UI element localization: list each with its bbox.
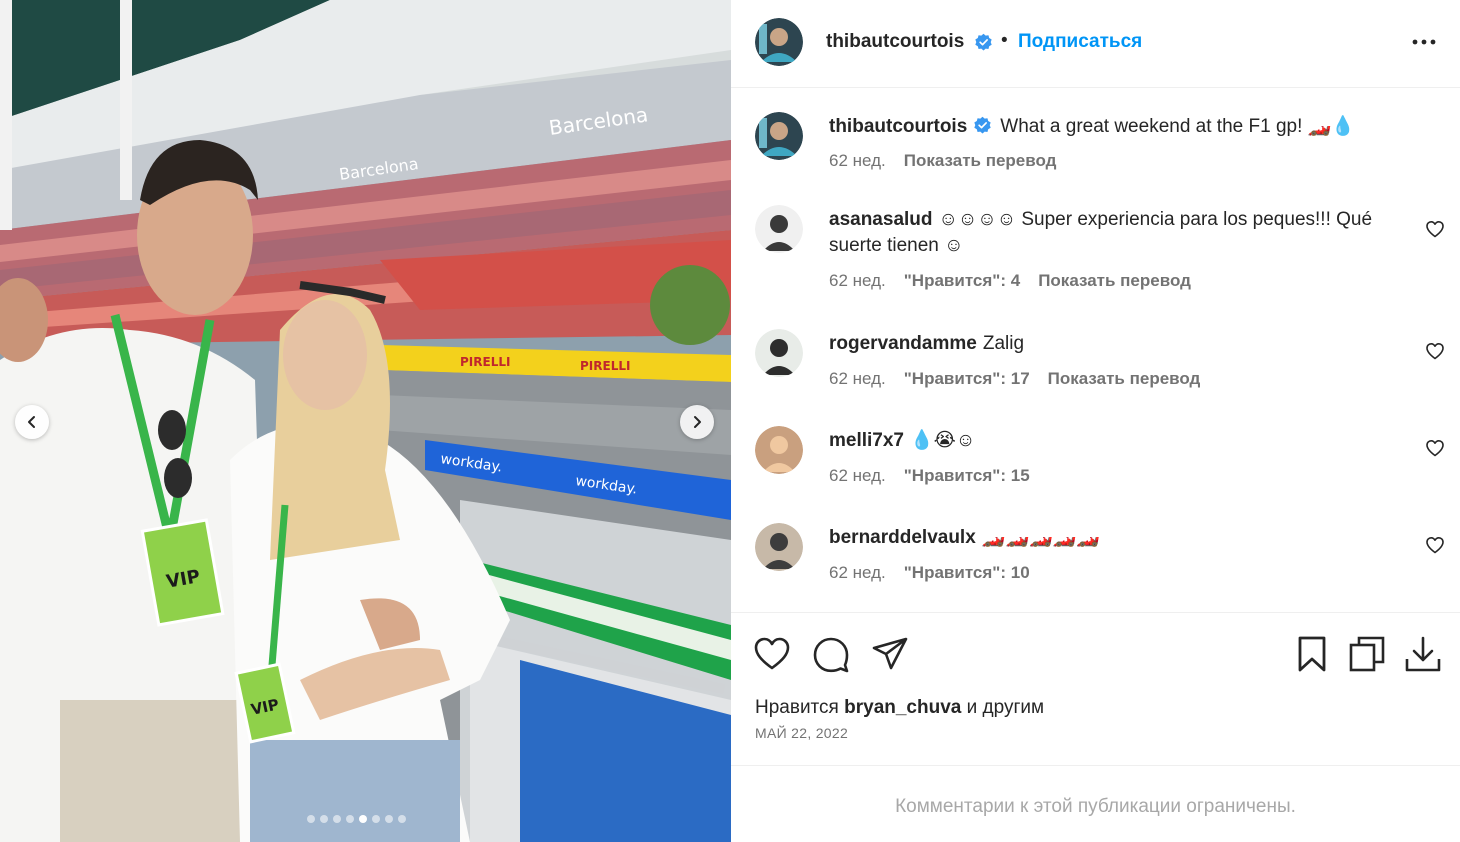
- carousel-prev-button[interactable]: [15, 405, 49, 439]
- comment-likes-count[interactable]: "Нравится": 4: [904, 271, 1020, 290]
- comment-like-heart-icon[interactable]: [1425, 219, 1445, 239]
- heart-icon[interactable]: [753, 635, 791, 673]
- carousel-dot: [333, 815, 341, 823]
- carousel-dot: [320, 815, 328, 823]
- bookmark-icon[interactable]: [1293, 635, 1331, 673]
- comment-translate-link[interactable]: Показать перевод: [1038, 271, 1191, 290]
- comment-likes-count[interactable]: "Нравится": 17: [904, 369, 1030, 388]
- chevron-left-icon: [28, 416, 35, 428]
- comment-like-heart-icon[interactable]: [1425, 438, 1445, 458]
- caption-username[interactable]: thibautcourtois: [829, 116, 967, 137]
- caption-text: What a great weekend at the F1 gp! 🏎️💧: [1000, 116, 1355, 137]
- caption-age: 62 нед.: [829, 151, 886, 170]
- likes-user[interactable]: bryan_chuva: [844, 697, 961, 718]
- commenter-avatar[interactable]: [755, 426, 803, 474]
- commenter-username[interactable]: bernarddelvaulx: [829, 527, 976, 548]
- likes-suffix[interactable]: и другим: [967, 697, 1044, 718]
- commenter-avatar[interactable]: [755, 329, 803, 377]
- header-separator: •: [1001, 30, 1008, 51]
- comment-text: 🏎️🏎️🏎️🏎️🏎️: [981, 527, 1101, 548]
- comment-age: 62 нед.: [829, 271, 886, 290]
- commenter-avatar[interactable]: [755, 205, 803, 253]
- post-actions-section: Нравится bryan_chuva и другим МАЙ 22, 20…: [731, 612, 1460, 766]
- commenter-username[interactable]: asanasalud: [829, 209, 933, 230]
- follow-button[interactable]: Подписаться: [1018, 31, 1142, 53]
- chevron-right-icon: [694, 416, 701, 428]
- comment-bubble-icon[interactable]: [812, 635, 850, 673]
- pirelli-sign-2: PIRELLI: [580, 359, 630, 373]
- likes-summary: Нравится bryan_chuva и другим: [755, 697, 1044, 719]
- carousel-dot: [372, 815, 380, 823]
- paper-plane-icon[interactable]: [871, 635, 909, 673]
- carousel-dot: [307, 815, 315, 823]
- post-side-panel: thibautcourtois • Подписаться thibautcou…: [731, 0, 1460, 842]
- comments-limited-notice: Комментарии к этой публикации ограничены…: [895, 796, 1296, 817]
- comment-age: 62 нед.: [829, 563, 886, 582]
- caption-author-avatar[interactable]: [755, 112, 803, 160]
- likes-prefix: Нравится: [755, 697, 839, 718]
- carousel-dot: [346, 815, 354, 823]
- carousel-dots: [307, 815, 406, 823]
- verified-badge-icon: [974, 116, 991, 134]
- comment-age: 62 нед.: [829, 466, 886, 485]
- comment-translate-link[interactable]: Показать перевод: [1048, 369, 1201, 388]
- carousel-dot: [359, 815, 367, 823]
- comment-like-heart-icon[interactable]: [1425, 341, 1445, 361]
- comment-age: 62 нед.: [829, 369, 886, 388]
- carousel-dot: [398, 815, 406, 823]
- copy-icon[interactable]: [1348, 635, 1386, 673]
- post-date: МАЙ 22, 2022: [755, 725, 849, 741]
- comment-likes-count[interactable]: "Нравится": 15: [904, 466, 1030, 485]
- post-header: thibautcourtois • Подписаться: [731, 0, 1460, 88]
- post-photo: Barcelona Barcelona PIRELLI PIRELLI work…: [0, 0, 731, 842]
- download-icon[interactable]: [1404, 635, 1442, 673]
- commenter-username[interactable]: rogervandamme: [829, 333, 977, 354]
- author-username[interactable]: thibautcourtois: [826, 31, 964, 53]
- author-avatar[interactable]: [755, 18, 803, 66]
- pirelli-sign-1: PIRELLI: [460, 355, 510, 369]
- comment-text: 💧😭☺: [910, 430, 976, 451]
- comment-likes-count[interactable]: "Нравится": 10: [904, 563, 1030, 582]
- comment-like-heart-icon[interactable]: [1425, 535, 1445, 555]
- commenter-username[interactable]: melli7x7: [829, 430, 904, 451]
- caption-translate-link[interactable]: Показать перевод: [904, 151, 1057, 170]
- commenter-avatar[interactable]: [755, 523, 803, 571]
- post-photo-scene: Barcelona Barcelona PIRELLI PIRELLI work…: [0, 0, 731, 842]
- carousel-next-button[interactable]: [680, 405, 714, 439]
- comment-text: Zalig: [982, 333, 1025, 354]
- verified-badge-icon: [975, 33, 992, 51]
- more-options-icon[interactable]: [1411, 32, 1437, 52]
- carousel-dot: [385, 815, 393, 823]
